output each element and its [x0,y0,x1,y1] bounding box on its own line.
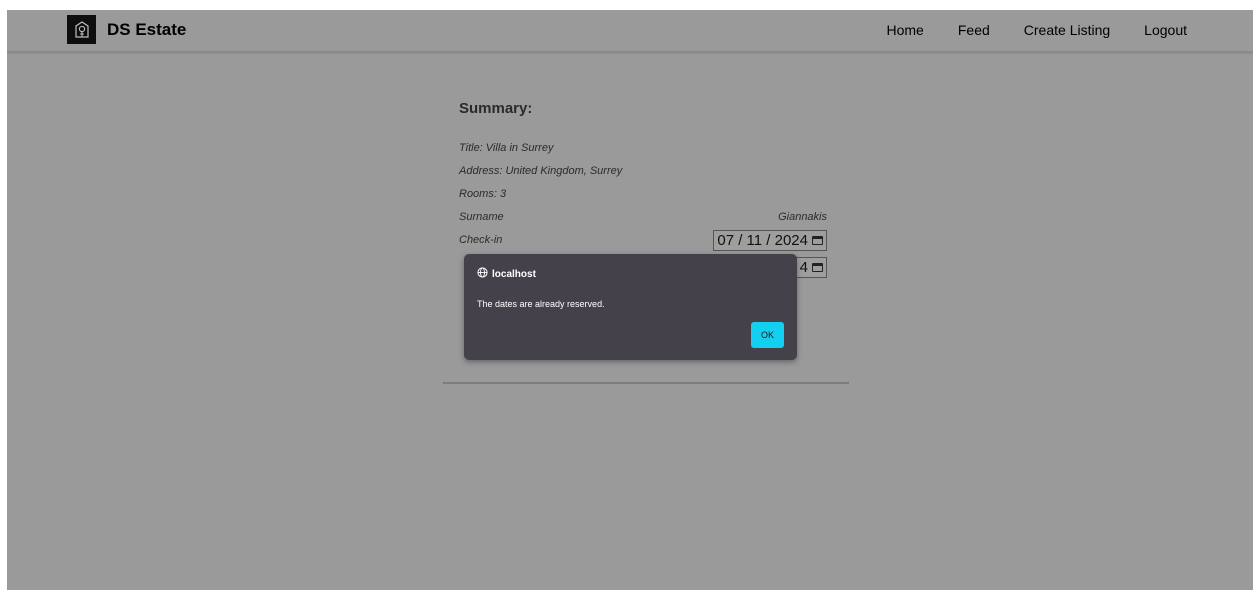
brand-name: DS Estate [107,19,187,39]
brand[interactable]: DS Estate [67,15,186,44]
dialog-origin: localhost [492,268,536,280]
summary-heading: Summary: [459,100,533,117]
checkout-date-input[interactable]: 4 [795,257,827,278]
nav-link-logout[interactable]: Logout [1144,22,1187,38]
checkin-label: Check-in [459,234,503,246]
surname-value: Giannakis [778,211,827,223]
dialog-message: The dates are already reserved. [477,299,605,309]
surname-label: Surname [459,211,504,223]
nav-link-create-listing[interactable]: Create Listing [1024,22,1110,38]
checkin-date-input[interactable]: 07 / 11 / 2024 [713,230,827,251]
summary-address-line: Address: United Kingdom, Surrey [459,165,623,177]
calendar-icon[interactable] [812,263,823,272]
booking-summary: Summary: Title: Villa in Surrey Address:… [459,100,827,279]
nav-links: Home Feed Create Listing Logout [887,22,1188,38]
checkin-date-value: 07 / 11 / 2024 [717,232,808,249]
alert-dialog: localhost The dates are already reserved… [464,254,797,360]
nav-link-feed[interactable]: Feed [958,22,990,38]
page-viewport: DS Estate Home Feed Create Listing Logou… [7,10,1253,590]
globe-icon [477,267,488,281]
checkout-date-value: 4 [799,259,808,276]
navbar: DS Estate Home Feed Create Listing Logou… [7,10,1253,52]
ok-button[interactable]: OK [751,322,784,348]
dialog-header: localhost [477,267,536,281]
checkin-row: Check-in 07 / 11 / 2024 [459,230,827,256]
calendar-icon[interactable] [812,236,823,245]
estate-logo-icon [67,15,96,44]
section-divider [443,382,849,384]
summary-rooms-line: Rooms: 3 [459,188,507,200]
summary-title-line: Title: Villa in Surrey [459,142,554,154]
nav-link-home[interactable]: Home [887,22,924,38]
